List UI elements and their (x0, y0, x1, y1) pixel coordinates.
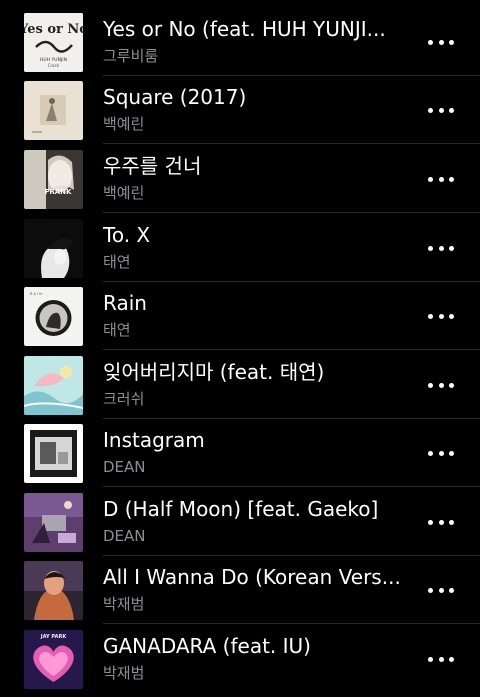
ellipsis-dot-icon (428, 313, 433, 319)
ellipsis-dot-icon (428, 519, 433, 525)
song-artist: 태연 (103, 321, 131, 339)
song-title: Square (2017) (103, 85, 247, 109)
song-title: D (Half Moon) [feat. Gaeko] (103, 497, 379, 521)
album-art (24, 561, 83, 620)
ellipsis-dot-icon (428, 245, 433, 251)
song-artist: DEAN (103, 527, 146, 545)
more-options-button[interactable] (428, 375, 454, 395)
ellipsis-dot-icon (438, 107, 444, 113)
ellipsis-dot-icon (438, 313, 444, 319)
ellipsis-dot-icon (438, 245, 444, 251)
more-options-button[interactable] (428, 580, 454, 600)
ellipsis-dot-icon (438, 382, 444, 388)
album-art: FRANK (24, 150, 83, 209)
album-art (24, 424, 83, 483)
album-art (24, 81, 83, 140)
song-title: To. X (103, 223, 151, 247)
ellipsis-dot-icon (428, 107, 433, 113)
ellipsis-dot-icon (449, 450, 454, 456)
row-separator (103, 623, 480, 624)
song-artist: DEAN (103, 458, 146, 476)
song-artist: 박재범 (103, 664, 145, 682)
ellipsis-dot-icon (428, 382, 433, 388)
song-artist: 크러쉬 (103, 390, 145, 408)
album-art-subcaption: Crash (48, 63, 60, 68)
ellipsis-dot-icon (438, 176, 444, 182)
ellipsis-dot-icon (449, 39, 454, 45)
song-row[interactable]: All I Wanna Do (Korean Vers... 박재범 (0, 556, 480, 624)
song-row[interactable]: JAY PARK GANADARA (feat. IU) 박재범 (0, 625, 480, 693)
song-row[interactable]: R A I N Rain 태연 (0, 282, 480, 350)
more-options-button[interactable] (428, 649, 454, 669)
song-row[interactable]: To. X 태연 (0, 214, 480, 282)
album-art: JAY PARK (24, 630, 83, 689)
song-title: Instagram (103, 428, 205, 452)
song-row[interactable]: Yes or No HUH YUNJIN Crash Yes or No (fe… (0, 8, 480, 76)
ellipsis-dot-icon (438, 39, 444, 45)
ellipsis-dot-icon (449, 313, 454, 319)
song-title: 우주를 건너 (103, 154, 202, 178)
more-options-button[interactable] (428, 100, 454, 120)
album-art (24, 219, 83, 278)
song-row[interactable]: D (Half Moon) [feat. Gaeko] DEAN (0, 488, 480, 556)
ellipsis-dot-icon (428, 450, 433, 456)
ellipsis-dot-icon (449, 519, 454, 525)
song-row[interactable]: Instagram DEAN (0, 419, 480, 487)
song-title: All I Wanna Do (Korean Vers... (103, 565, 401, 589)
song-artist: 태연 (103, 253, 131, 271)
ellipsis-dot-icon (449, 587, 454, 593)
ellipsis-dot-icon (428, 656, 433, 662)
ellipsis-dot-icon (449, 382, 454, 388)
song-list: Yes or No HUH YUNJIN Crash Yes or No (fe… (0, 0, 480, 697)
more-options-button[interactable] (428, 512, 454, 532)
row-separator (103, 349, 480, 350)
ellipsis-dot-icon (428, 39, 433, 45)
ellipsis-dot-icon (449, 107, 454, 113)
ellipsis-dot-icon (449, 176, 454, 182)
album-art-text: Yes or No (24, 22, 83, 37)
ellipsis-dot-icon (428, 587, 433, 593)
more-options-button[interactable] (428, 238, 454, 258)
album-art-text: FRANK (45, 188, 72, 196)
song-title: 잊어버리지마 (feat. 태연) (103, 360, 325, 384)
song-title: Rain (103, 291, 147, 315)
song-title: GANADARA (feat. IU) (103, 634, 311, 658)
album-art: Yes or No HUH YUNJIN Crash (24, 13, 83, 72)
row-separator (103, 143, 480, 144)
more-options-button[interactable] (428, 32, 454, 52)
album-art (24, 356, 83, 415)
ellipsis-dot-icon (449, 656, 454, 662)
ellipsis-dot-icon (438, 450, 444, 456)
album-art (24, 493, 83, 552)
song-row[interactable]: Square (2017) 백예린 (0, 76, 480, 144)
ellipsis-dot-icon (428, 176, 433, 182)
more-options-button[interactable] (428, 443, 454, 463)
album-art-text: JAY PARK (40, 634, 68, 640)
song-artist: 백예린 (103, 184, 145, 202)
row-separator (103, 486, 480, 487)
more-options-button[interactable] (428, 306, 454, 326)
song-row[interactable]: 잊어버리지마 (feat. 태연) 크러쉬 (0, 351, 480, 419)
song-row[interactable]: FRANK 우주를 건너 백예린 (0, 145, 480, 213)
song-artist: 백예린 (103, 115, 145, 133)
more-options-button[interactable] (428, 169, 454, 189)
song-artist: 박재범 (103, 595, 145, 613)
ellipsis-dot-icon (438, 656, 444, 662)
song-title: Yes or No (feat. HUH YUNJI... (103, 17, 386, 41)
ellipsis-dot-icon (449, 245, 454, 251)
ellipsis-dot-icon (438, 587, 444, 593)
row-separator (103, 212, 480, 213)
album-art: R A I N (24, 287, 83, 346)
album-art-text: R A I N (30, 292, 42, 296)
ellipsis-dot-icon (438, 519, 444, 525)
song-artist: 그루비룸 (103, 47, 159, 65)
